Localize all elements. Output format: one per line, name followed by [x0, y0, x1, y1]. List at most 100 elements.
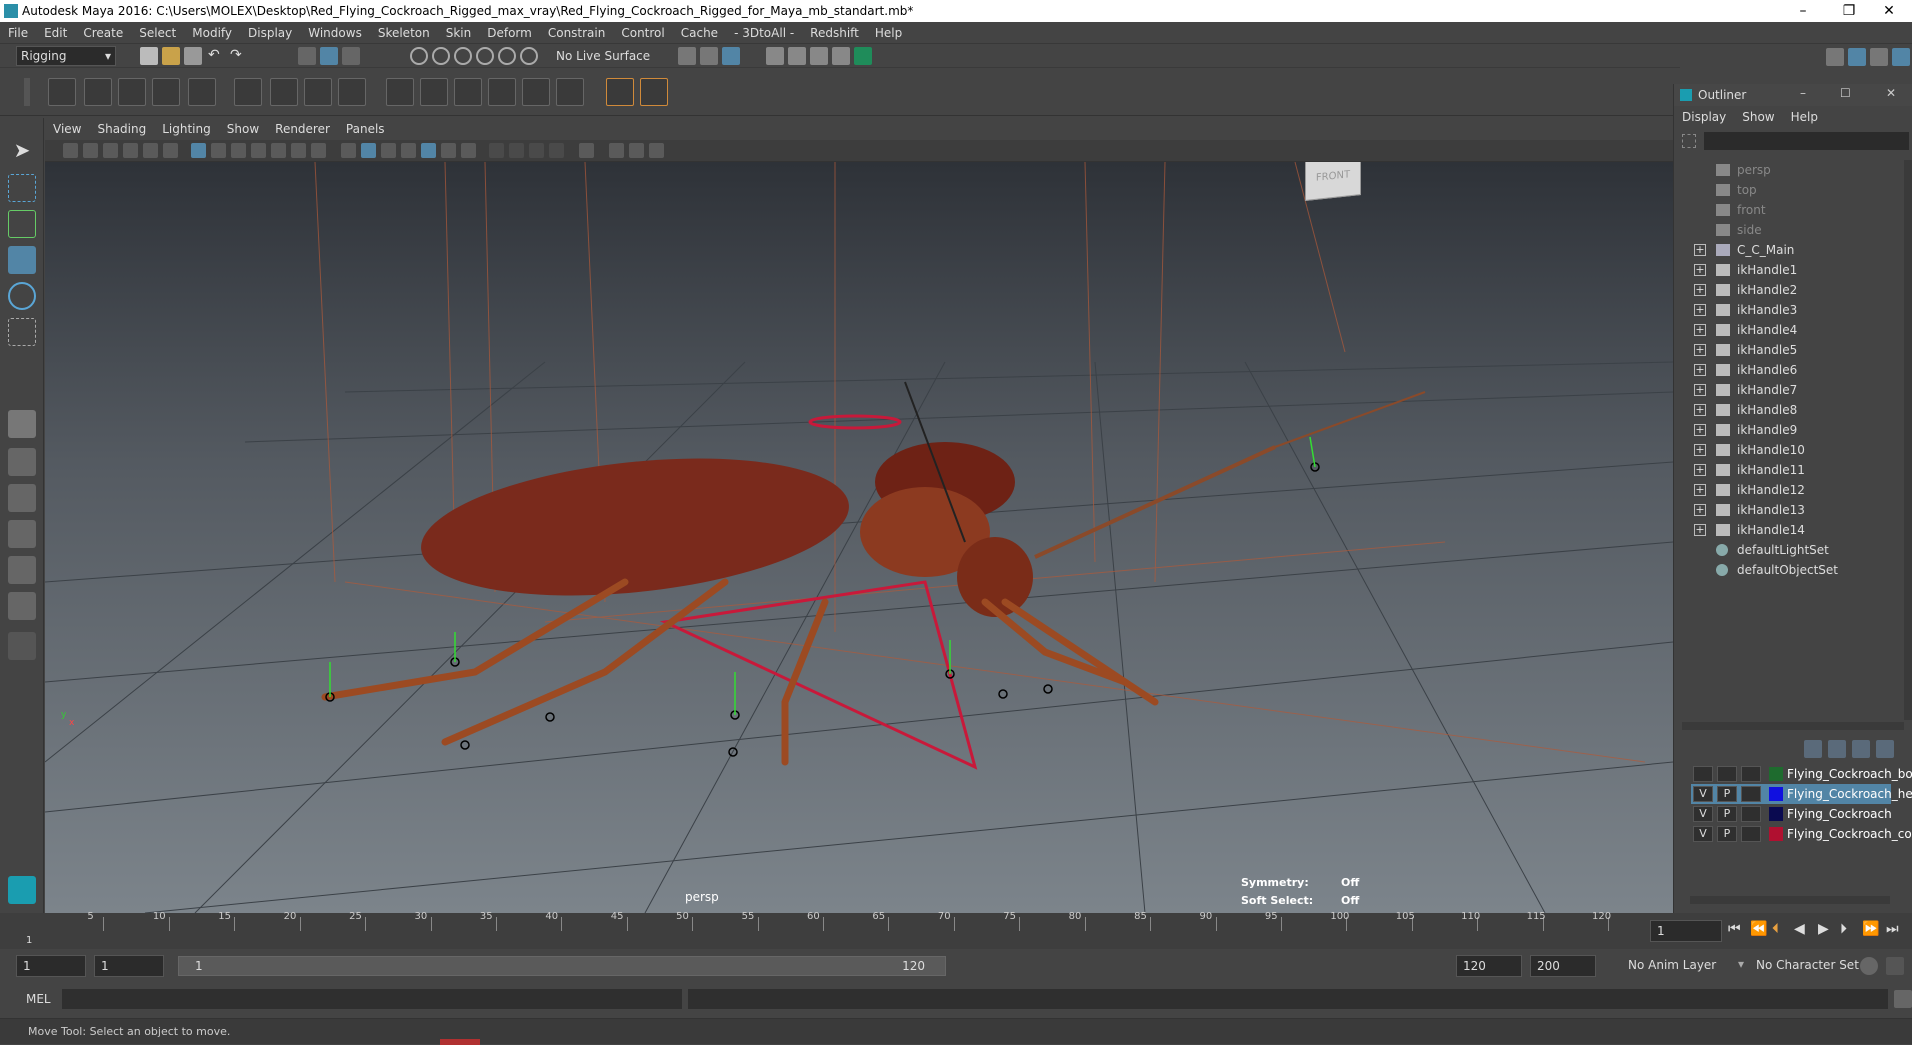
expand-icon[interactable]: + — [1694, 444, 1706, 456]
select-camera-icon[interactable] — [63, 143, 78, 158]
menu-windows[interactable]: Windows — [300, 22, 370, 44]
paint-select-tool-icon[interactable] — [8, 210, 36, 238]
menu-control[interactable]: Control — [613, 22, 672, 44]
rotate-tool-icon[interactable] — [8, 282, 36, 310]
2d-pan-zoom-icon[interactable] — [143, 143, 158, 158]
viewport-menu-renderer[interactable]: Renderer — [267, 118, 338, 140]
move-layer-up-icon[interactable] — [1804, 740, 1822, 758]
isolate-select-icon[interactable] — [579, 143, 594, 158]
layer-visibility-toggle[interactable]: V — [1693, 826, 1713, 842]
step-back-frame-icon[interactable]: ⏪ — [1750, 921, 1767, 937]
outliner-item[interactable]: + C_C_Main — [1674, 240, 1904, 260]
move-tool-icon[interactable] — [8, 246, 36, 274]
input-output-icon[interactable] — [678, 47, 696, 65]
layer-display-type-toggle[interactable] — [1741, 806, 1761, 822]
set-driven-key-icon[interactable] — [640, 78, 668, 106]
layer-playback-toggle[interactable]: P — [1717, 786, 1737, 802]
menu-file[interactable]: File — [0, 22, 36, 44]
film-gate-icon[interactable] — [211, 143, 226, 158]
animation-preferences-icon[interactable] — [1886, 957, 1904, 975]
four-view-layout-icon[interactable] — [8, 448, 36, 476]
outliner-item[interactable]: side — [1674, 220, 1904, 240]
outliner-item[interactable]: persp — [1674, 160, 1904, 180]
bind-skin-icon[interactable] — [234, 78, 262, 106]
viewport-menu-view[interactable]: View — [45, 118, 89, 140]
outliner-minimize-button[interactable]: – — [1800, 86, 1806, 100]
snap-surface-icon[interactable] — [498, 47, 516, 65]
expand-icon[interactable]: + — [1694, 364, 1706, 376]
ipr-render-icon[interactable] — [810, 47, 828, 65]
go-to-end-icon[interactable]: ⏭ — [1886, 921, 1899, 937]
persp-outliner-layout-icon[interactable] — [8, 484, 36, 512]
resolution-gate-icon[interactable] — [231, 143, 246, 158]
expand-icon[interactable]: + — [1694, 464, 1706, 476]
go-to-start-icon[interactable]: ⏮ — [1728, 921, 1741, 937]
layer-playback-toggle[interactable] — [1717, 766, 1737, 782]
expand-icon[interactable]: + — [1694, 524, 1706, 536]
mel-command-input[interactable] — [62, 989, 682, 1009]
close-button[interactable]: ✕ — [1866, 0, 1912, 22]
ambient-occlusion-icon[interactable] — [489, 143, 504, 158]
ik-handle-tool-icon[interactable] — [84, 78, 112, 106]
custom-layout-icon[interactable] — [8, 592, 36, 620]
menu-3dtoall[interactable]: - 3DtoAll - — [726, 22, 802, 44]
channel-box-toggle-icon[interactable] — [1870, 48, 1888, 66]
layer-editor-toggle-icon[interactable] — [1892, 48, 1910, 66]
outliner-item[interactable]: + ikHandle6 — [1674, 360, 1904, 380]
menu-redshift[interactable]: Redshift — [802, 22, 867, 44]
viewport-menu-panels[interactable]: Panels — [338, 118, 393, 140]
snap-grid-icon[interactable] — [410, 47, 428, 65]
joint-tool-icon[interactable] — [48, 78, 76, 106]
current-frame-field[interactable]: 1 — [1650, 920, 1722, 942]
layer-display-type-toggle[interactable] — [1741, 826, 1761, 842]
layer-display-type-toggle[interactable] — [1741, 786, 1761, 802]
render-settings-icon[interactable] — [832, 47, 850, 65]
menu-cache[interactable]: Cache — [673, 22, 726, 44]
step-back-key-icon[interactable]: ⏴ — [1772, 921, 1779, 937]
character-set-dropdown[interactable]: No Character Set — [1756, 958, 1859, 972]
playback-start-field[interactable]: 1 — [94, 955, 164, 977]
snap-curve-icon[interactable] — [432, 47, 450, 65]
expand-icon[interactable]: + — [1694, 244, 1706, 256]
render-icon[interactable] — [722, 47, 740, 65]
new-empty-layer-icon[interactable] — [1852, 740, 1870, 758]
menu-create[interactable]: Create — [75, 22, 131, 44]
outliner-title-bar[interactable]: Outliner – ☐ ✕ — [1674, 84, 1912, 106]
expand-icon[interactable]: + — [1694, 404, 1706, 416]
layer-visibility-toggle[interactable]: V — [1693, 786, 1713, 802]
textured-icon[interactable] — [421, 143, 436, 158]
attribute-editor-toggle-icon[interactable] — [1826, 48, 1844, 66]
aim-constraint-icon[interactable] — [522, 78, 550, 106]
pole-vector-constraint-icon[interactable] — [556, 78, 584, 106]
live-surface-label[interactable]: No Live Surface — [556, 49, 650, 63]
playback-end-field[interactable]: 120 — [1456, 955, 1522, 977]
menu-display[interactable]: Display — [240, 22, 300, 44]
tool-settings-toggle-icon[interactable] — [1848, 48, 1866, 66]
anti-aliasing-icon[interactable] — [529, 143, 544, 158]
mirror-joint-icon[interactable] — [188, 78, 216, 106]
render-current-icon[interactable] — [788, 47, 806, 65]
animation-start-field[interactable]: 1 — [16, 955, 86, 977]
wireframe-icon[interactable] — [341, 143, 356, 158]
outliner-item[interactable]: defaultLightSet — [1674, 540, 1904, 560]
menu-edit[interactable]: Edit — [36, 22, 75, 44]
menu-modify[interactable]: Modify — [184, 22, 240, 44]
orient-joint-icon[interactable] — [152, 78, 180, 106]
outliner-item[interactable]: front — [1674, 200, 1904, 220]
outliner-item[interactable]: + ikHandle4 — [1674, 320, 1904, 340]
lasso-tool-icon[interactable] — [8, 174, 36, 202]
display-layer-row[interactable]: Flying_Cockroach_bon — [1691, 764, 1912, 784]
menu-skeleton[interactable]: Skeleton — [370, 22, 438, 44]
ik-spline-tool-icon[interactable] — [118, 78, 146, 106]
layout-options-icon[interactable] — [8, 632, 36, 660]
outliner-menu-show[interactable]: Show — [1734, 106, 1782, 128]
display-layer-row[interactable]: V P Flying_Cockroach_help — [1691, 784, 1912, 804]
paint-weights-icon[interactable] — [270, 78, 298, 106]
outliner-item[interactable]: + ikHandle3 — [1674, 300, 1904, 320]
scale-constraint-icon[interactable] — [488, 78, 516, 106]
default-material-icon[interactable] — [381, 143, 396, 158]
move-layer-down-icon[interactable] — [1828, 740, 1846, 758]
expand-icon[interactable]: + — [1694, 304, 1706, 316]
snap-view-icon[interactable] — [476, 47, 494, 65]
viewcube-front-face[interactable]: FRONT — [1305, 162, 1361, 201]
